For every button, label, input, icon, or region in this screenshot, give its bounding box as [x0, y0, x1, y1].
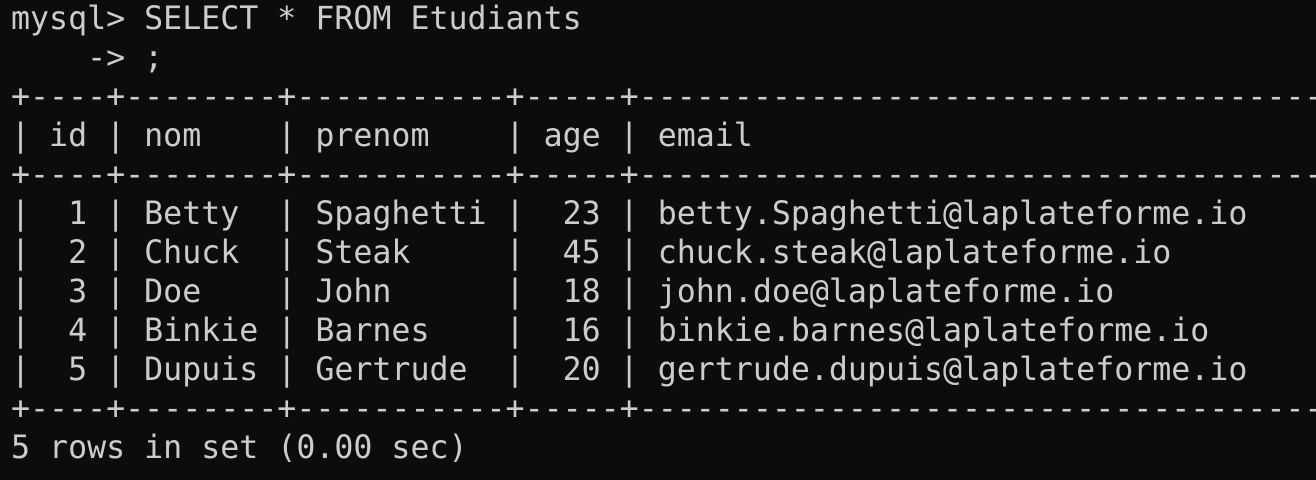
table-row: | 3 | Doe | John | 18 | john.doe@laplate… [11, 274, 1316, 310]
table-border-bottom: +----+--------+-----------+-----+-------… [11, 391, 1316, 427]
table-row: | 2 | Chuck | Steak | 45 | chuck.steak@l… [11, 235, 1316, 271]
table-row: | 5 | Dupuis | Gertrude | 20 | gertrude.… [11, 352, 1316, 388]
command-prompt-line: mysql> SELECT * FROM Etudiants [11, 1, 582, 37]
table-row: | 1 | Betty | Spaghetti | 23 | betty.Spa… [11, 196, 1316, 232]
table-border-middle: +----+--------+-----------+-----+-------… [11, 157, 1316, 193]
table-border-top: +----+--------+-----------+-----+-------… [11, 79, 1316, 115]
table-row: | 4 | Binkie | Barnes | 16 | binkie.barn… [11, 313, 1316, 349]
command-continuation-line: -> ; [11, 40, 164, 76]
terminal-window[interactable]: mysql> SELECT * FROM Etudiants -> ; +---… [0, 0, 1316, 480]
table-header-row: | id | nom | prenom | age | email | [11, 118, 1316, 154]
result-summary: 5 rows in set (0.00 sec) [11, 430, 468, 466]
